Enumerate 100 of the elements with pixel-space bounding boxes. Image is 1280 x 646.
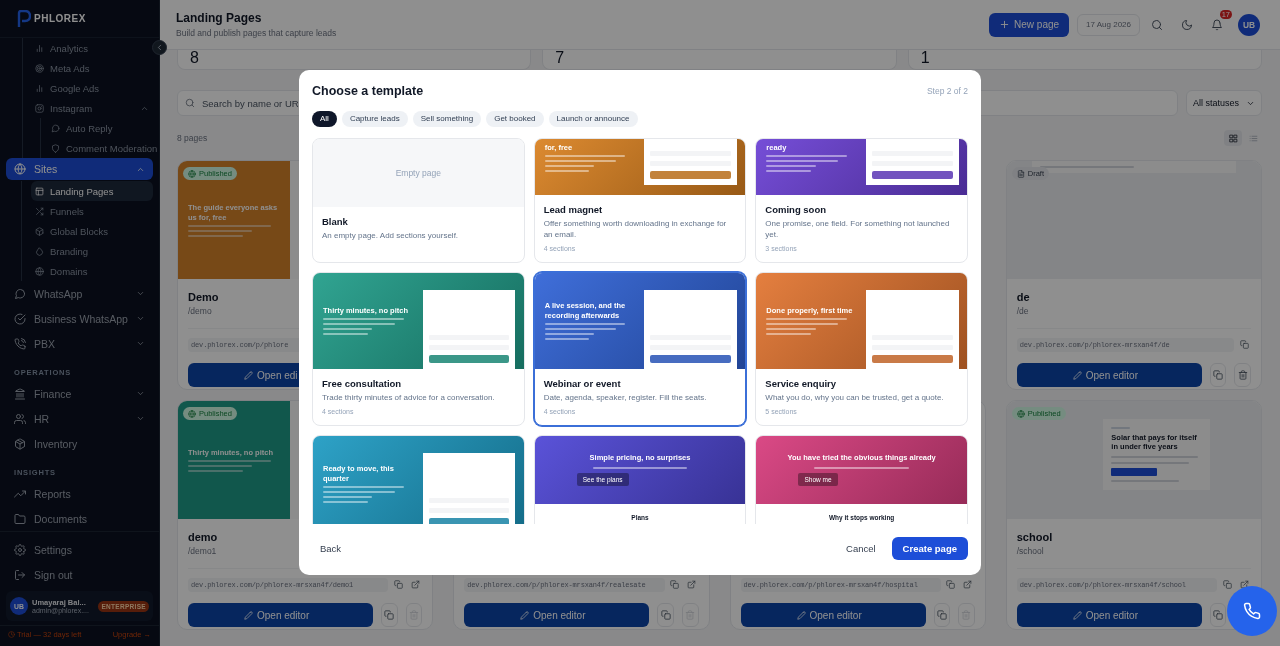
- external-link-icon: [410, 580, 420, 589]
- logo-text: PHLOREX: [34, 13, 86, 24]
- open-editor-button[interactable]: Open editor: [188, 603, 373, 627]
- page-subtitle: Build and publish pages that capture leads: [176, 28, 338, 38]
- globe-icon: [35, 266, 44, 276]
- template-name: Blank: [322, 215, 349, 228]
- trash-icon: [961, 610, 972, 620]
- logout-icon: [14, 568, 26, 581]
- page-slug: /demo: [188, 306, 212, 316]
- nav-item[interactable]: WhatsApp: [6, 281, 153, 306]
- page-slug: /school: [1016, 546, 1044, 556]
- delete-button[interactable]: [1234, 363, 1251, 387]
- external-link-icon: [1239, 580, 1249, 589]
- template-description: Offer something worth downloading in exchange for an email.: [543, 217, 728, 240]
- duplicate-button[interactable]: [381, 603, 398, 627]
- nav-item[interactable]: Meta Ads: [31, 58, 153, 78]
- template-description: What you do, why you can be trusted, get a quote.: [765, 391, 945, 403]
- copy-icon: [660, 610, 671, 620]
- new-page-button[interactable]: New page: [989, 12, 1070, 37]
- cta-bar: [1111, 467, 1157, 476]
- globe-icon: [188, 169, 196, 178]
- cancel-button[interactable]: Cancel: [838, 538, 884, 559]
- globe-icon: [188, 409, 196, 418]
- open-editor-button[interactable]: Open editor: [740, 603, 926, 627]
- nav-item[interactable]: Business WhatsApp: [6, 306, 153, 331]
- filter-chip[interactable]: Get booked: [486, 110, 544, 127]
- pencil-icon: [1072, 610, 1082, 620]
- box-icon: [35, 226, 44, 236]
- nav-item[interactable]: PBX: [6, 331, 153, 356]
- chat-bubble-icon: [51, 123, 60, 133]
- pencil-icon: [520, 610, 530, 620]
- page-name: school: [1016, 531, 1053, 543]
- nav-item[interactable]: Settings: [6, 537, 153, 562]
- duplicate-button[interactable]: [657, 603, 674, 627]
- nav-item[interactable]: HR: [6, 406, 153, 431]
- stat-value: 8: [190, 50, 199, 66]
- nav-item[interactable]: Documents: [6, 506, 153, 531]
- profile-button[interactable]: UB: [1236, 11, 1262, 38]
- package-icon: [14, 437, 26, 450]
- shield-icon: [51, 143, 60, 153]
- create-page-button[interactable]: Create page: [891, 537, 968, 560]
- nav-item[interactable]: Auto Reply: [47, 118, 153, 138]
- nav-item[interactable]: Reports: [6, 481, 153, 506]
- step-indicator: Step 2 of 2: [926, 85, 968, 96]
- open-editor-button[interactable]: Open editor: [1016, 603, 1202, 627]
- settings-icon: [14, 543, 26, 556]
- trend-icon: [14, 487, 26, 500]
- copy-icon: [1239, 340, 1249, 349]
- search-icon: [1151, 18, 1163, 31]
- template-name: Service enquiry: [765, 377, 838, 390]
- copy-icon: [1222, 580, 1232, 589]
- duplicate-button[interactable]: [1209, 603, 1227, 627]
- filter-chip[interactable]: All: [312, 110, 337, 127]
- open-editor-button[interactable]: Open editor: [464, 603, 650, 627]
- status-select[interactable]: All statuses: [1186, 90, 1262, 116]
- template-name: Coming soon: [765, 203, 828, 216]
- nav-item[interactable]: Google Ads: [31, 78, 153, 98]
- filter-chip[interactable]: Sell something: [412, 110, 482, 127]
- bank-icon: [14, 387, 26, 400]
- template-description: An empty page. Add sections yourself.: [322, 229, 460, 241]
- nav-item[interactable]: Global Blocks: [31, 221, 153, 241]
- moon-icon: [1181, 18, 1193, 31]
- duplicate-button[interactable]: [1209, 363, 1227, 387]
- search-icon: [185, 98, 195, 108]
- grid-view-button[interactable]: [1224, 130, 1242, 146]
- nav-item[interactable]: Analytics: [31, 38, 153, 58]
- shuffle-icon: [35, 206, 44, 216]
- back-button[interactable]: Back: [312, 538, 350, 559]
- nav-item[interactable]: Domains: [31, 261, 153, 281]
- template-description: Date, agenda, speaker, register. Fill the seats.: [543, 391, 708, 403]
- phone-icon: [1243, 602, 1261, 620]
- nav-item[interactable]: Sign out: [6, 562, 153, 587]
- droplet-icon: [35, 246, 44, 256]
- filter-chip[interactable]: Launch or announce: [548, 110, 638, 127]
- nav-item[interactable]: Sites: [6, 158, 153, 180]
- template-card[interactable]: Empty page Blank An empty page. Add sections yourself.: [312, 137, 525, 263]
- camera-icon: [35, 103, 44, 113]
- open-editor-button[interactable]: Open editor: [1016, 363, 1202, 387]
- stat-value: 1: [920, 50, 930, 66]
- template-description: Trade thirty minutes of advice for a conversation.: [322, 391, 496, 403]
- trash-icon: [408, 610, 419, 620]
- copy-icon: [1213, 370, 1224, 380]
- pencil-icon: [1072, 370, 1082, 380]
- copy-icon: [393, 580, 403, 589]
- duplicate-button[interactable]: [933, 603, 951, 627]
- nav-item[interactable]: Inventory: [6, 431, 153, 456]
- copy-icon: [670, 580, 679, 589]
- bar-chart-icon: [35, 43, 44, 53]
- globe-icon: [14, 163, 26, 175]
- nav-item[interactable]: Instagram: [31, 98, 153, 118]
- phone-icon: [14, 337, 26, 350]
- nav-item[interactable]: Funnels: [31, 201, 153, 221]
- nav-item[interactable]: Branding: [31, 241, 153, 261]
- pencil-icon: [796, 610, 806, 620]
- nav-item[interactable]: Landing Pages: [31, 181, 153, 201]
- nav-item[interactable]: Finance: [6, 381, 153, 406]
- list-icon: [1248, 133, 1258, 143]
- filter-chip[interactable]: Capture leads: [341, 110, 408, 127]
- copy-icon: [384, 610, 395, 620]
- check-circle-icon: [14, 312, 26, 325]
